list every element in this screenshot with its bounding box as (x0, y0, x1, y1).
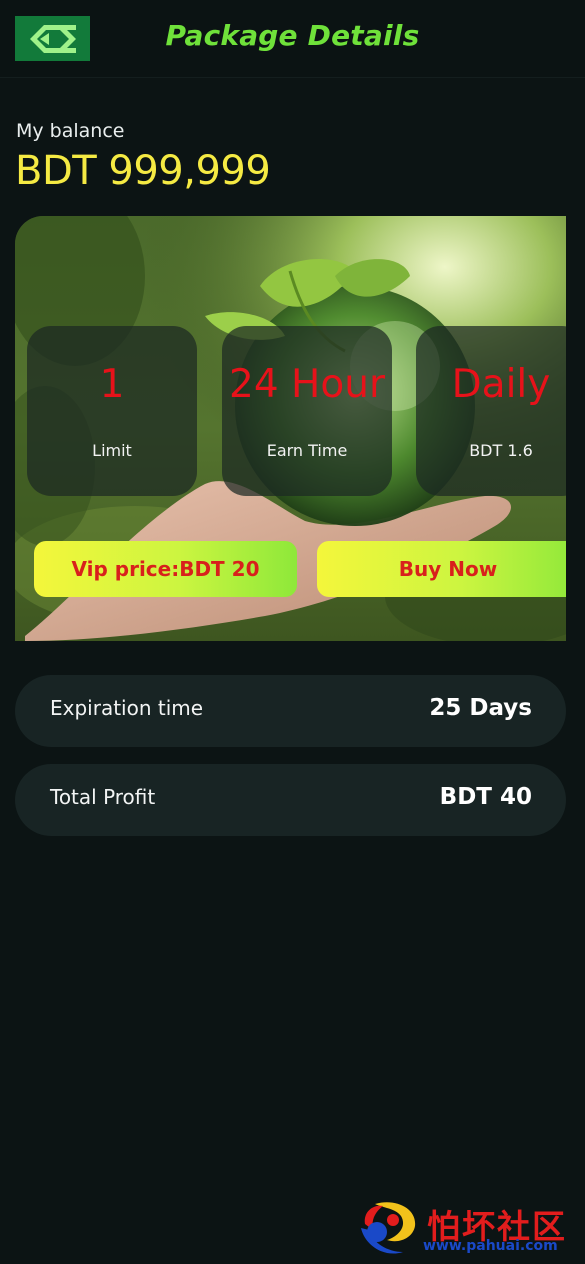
stat-label: Limit (92, 441, 132, 460)
row-label: Total Profit (50, 785, 156, 809)
balance-label: My balance (16, 120, 125, 142)
stat-value: 1 (99, 362, 125, 407)
watermark: 怕坏社区 www.pahuai.com (355, 1196, 580, 1258)
stat-label: Earn Time (266, 441, 348, 460)
row-value: 25 Days (429, 695, 532, 721)
stat-value: 24 Hour (229, 362, 385, 407)
stat-label: BDT 1.6 (469, 441, 533, 460)
vip-price-button[interactable]: Vip price:BDT 20 (34, 541, 297, 597)
package-hero-card: 1 Limit 24 Hour Earn Time Daily BDT 1.6 … (15, 216, 566, 641)
stat-card-daily: Daily BDT 1.6 (416, 326, 566, 496)
row-label: Expiration time (50, 696, 204, 720)
watermark-url: www.pahuai.com (423, 1238, 558, 1254)
total-profit-row: Total Profit BDT 40 (15, 764, 566, 836)
watermark-logo-icon (361, 1202, 416, 1254)
buy-now-button[interactable]: Buy Now (317, 541, 566, 597)
row-value: BDT 40 (439, 784, 532, 810)
stat-card-earn-time: 24 Hour Earn Time (222, 326, 392, 496)
stat-card-limit: 1 Limit (27, 326, 197, 496)
balance-value: BDT 999,999 (15, 148, 271, 194)
stat-value: Daily (451, 362, 551, 407)
page-title: Package Details (165, 19, 420, 52)
app-header: Package Details (0, 0, 585, 78)
package-details-page: Package Details My balance BDT 999,999 1… (0, 0, 585, 1264)
expiration-time-row: Expiration time 25 Days (15, 675, 566, 747)
